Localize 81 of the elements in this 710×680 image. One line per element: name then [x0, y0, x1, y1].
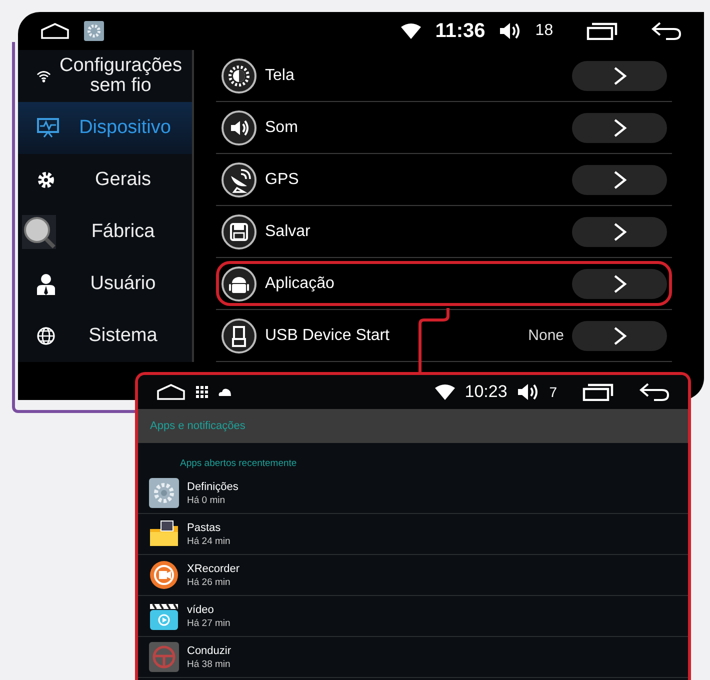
menu-row[interactable]: USB Device Start None: [216, 313, 672, 358]
menu-label: Tela: [265, 66, 296, 84]
arrow-button[interactable]: [572, 320, 667, 350]
clock-time: 10:23: [464, 382, 508, 402]
usb-icon: [221, 318, 257, 354]
last-used-time: Há 38 min: [187, 658, 232, 670]
arrow-button[interactable]: [572, 112, 667, 142]
chevron-right-icon: [612, 170, 626, 190]
last-used-time: Há 24 min: [187, 536, 230, 546]
volume-level: 18: [535, 22, 554, 40]
menu-label: USB Device Start: [265, 326, 390, 344]
menu-label: Som: [265, 118, 299, 136]
menu-row[interactable]: Salvar: [216, 209, 672, 254]
volume-level: 7: [549, 384, 558, 400]
menu-row[interactable]: GPS: [216, 157, 672, 202]
back-icon[interactable]: [650, 21, 682, 41]
recent-apps-icon[interactable]: [586, 22, 618, 40]
home-icon[interactable]: [156, 383, 186, 401]
menu-row[interactable]: Som: [216, 105, 672, 150]
cloud-icon: [218, 388, 232, 396]
arrow-button[interactable]: [572, 216, 667, 246]
recent-apps-icon[interactable]: [582, 383, 614, 401]
app-name: Conduzir: [187, 644, 232, 656]
last-used-time: Há 27 min: [187, 618, 230, 628]
chevron-right-icon: [612, 326, 626, 346]
speaker-icon: [221, 110, 257, 146]
screen-title: Apps e notificações: [150, 420, 246, 432]
sidebar-item[interactable]: Sistema: [18, 310, 192, 362]
globe-icon: [36, 326, 56, 346]
sidebar-item[interactable]: Fábrica: [18, 206, 192, 258]
app-row[interactable]: Pastas Há 24 min: [138, 514, 688, 555]
app-row[interactable]: Definições Há 0 min: [138, 473, 688, 514]
wifi-icon: [401, 23, 422, 39]
floppy-disk-icon: [221, 214, 257, 250]
menu-label: Aplicação: [265, 274, 336, 292]
magnifier-icon: [22, 215, 56, 249]
menu-label: Salvar: [265, 222, 312, 240]
menu-row[interactable]: Aplicação: [216, 261, 672, 306]
arrow-button[interactable]: [572, 268, 667, 298]
satellite-dish-icon: [221, 162, 257, 198]
app-name: vídeo: [187, 604, 215, 616]
last-used-time: Há 0 min: [187, 494, 226, 506]
sidebar-item[interactable]: Usuário: [18, 258, 192, 310]
app-row[interactable]: vídeo Há 27 min: [138, 596, 688, 637]
home-icon[interactable]: [40, 22, 70, 40]
arrow-button[interactable]: [572, 60, 667, 90]
sidebar-item[interactable]: Configurações sem fio: [18, 50, 192, 102]
app-name: Pastas: [187, 522, 222, 534]
clapperboard-app-icon: [149, 601, 179, 631]
last-used-time: Há 26 min: [187, 576, 232, 588]
folder-app-icon: [149, 519, 179, 549]
chevron-right-icon: [612, 274, 626, 294]
chevron-right-icon: [612, 66, 626, 86]
clock-time: 11:36: [435, 20, 486, 42]
app-name: XRecorder: [187, 562, 240, 574]
user-icon: [36, 273, 56, 295]
menu-row[interactable]: Tela: [216, 53, 672, 98]
app-row[interactable]: Conduzir Há 38 min: [138, 637, 688, 678]
wifi-icon: [434, 384, 455, 400]
menu-value: None: [528, 327, 564, 344]
volume-icon: [517, 383, 540, 401]
settings-app-icon: [84, 21, 104, 41]
menu-label: GPS: [265, 170, 300, 188]
sidebar-item[interactable]: Dispositivo: [18, 102, 192, 154]
steering-wheel-app-icon: [149, 642, 179, 672]
section-heading: Apps abertos recentemente: [179, 457, 298, 471]
chevron-right-icon: [612, 118, 626, 138]
gear-app-icon: [149, 478, 179, 508]
app-row[interactable]: XRecorder Há 26 min: [138, 555, 688, 596]
video-camera-app-icon: [149, 560, 179, 590]
back-icon[interactable]: [638, 382, 670, 402]
sidebar-item[interactable]: Gerais: [18, 154, 192, 206]
app-name: Definições: [187, 480, 238, 492]
brightness-icon: [221, 58, 257, 94]
monitor-chart-icon: [36, 117, 60, 139]
robot-icon: [221, 266, 257, 302]
grid-icon: [196, 386, 208, 398]
chevron-right-icon: [612, 222, 626, 242]
gear-icon: [36, 170, 56, 190]
arrow-button[interactable]: [572, 164, 667, 194]
volume-icon: [499, 22, 522, 40]
